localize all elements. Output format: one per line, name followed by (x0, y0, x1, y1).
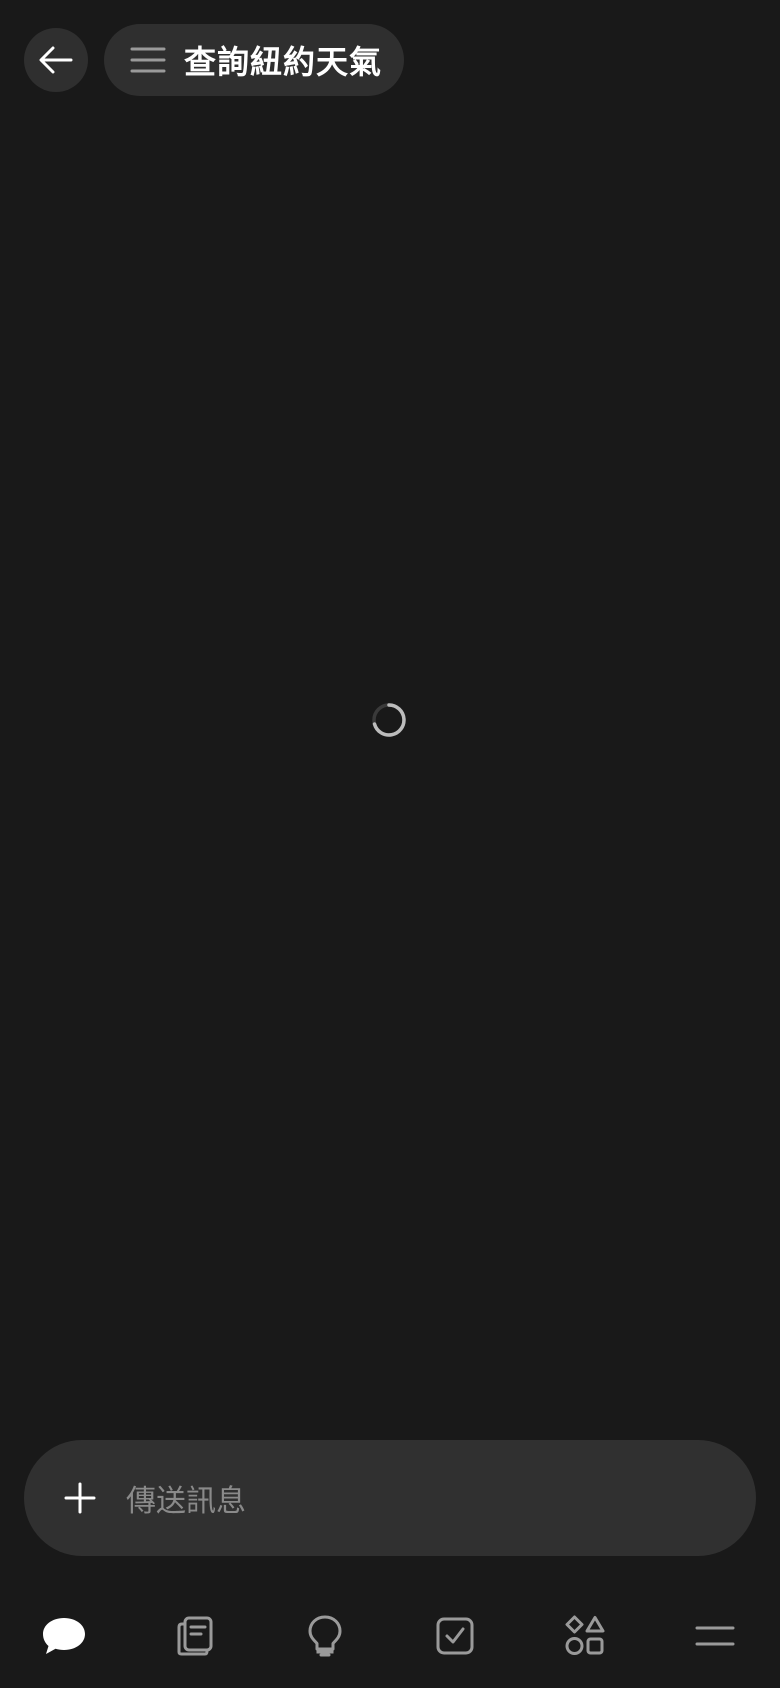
shapes-icon (565, 1615, 605, 1655)
lightbulb-icon (308, 1615, 342, 1657)
loading-spinner-icon (372, 703, 406, 737)
nav-item-ideas[interactable] (295, 1600, 355, 1672)
plus-icon[interactable] (64, 1482, 96, 1514)
nav-item-more[interactable] (685, 1600, 745, 1672)
message-input[interactable]: 傳送訊息 (126, 1476, 246, 1520)
chat-bubble-icon (43, 1618, 85, 1654)
notes-icon (177, 1616, 213, 1656)
nav-item-chat[interactable] (34, 1600, 94, 1672)
arrow-left-icon (39, 46, 73, 74)
conversation-title-button[interactable]: 查詢紐約天氣 (104, 24, 404, 96)
bottom-nav (0, 1600, 780, 1672)
nav-item-tasks[interactable] (425, 1600, 485, 1672)
message-composer[interactable]: 傳送訊息 (24, 1440, 756, 1556)
back-button[interactable] (24, 28, 88, 92)
checkbox-icon (436, 1617, 474, 1655)
nav-item-notes[interactable] (165, 1600, 225, 1672)
nav-item-apps[interactable] (555, 1600, 615, 1672)
hamburger-icon (130, 47, 166, 73)
menu-lines-icon (695, 1626, 735, 1646)
page-title: 查詢紐約天氣 (184, 43, 383, 81)
